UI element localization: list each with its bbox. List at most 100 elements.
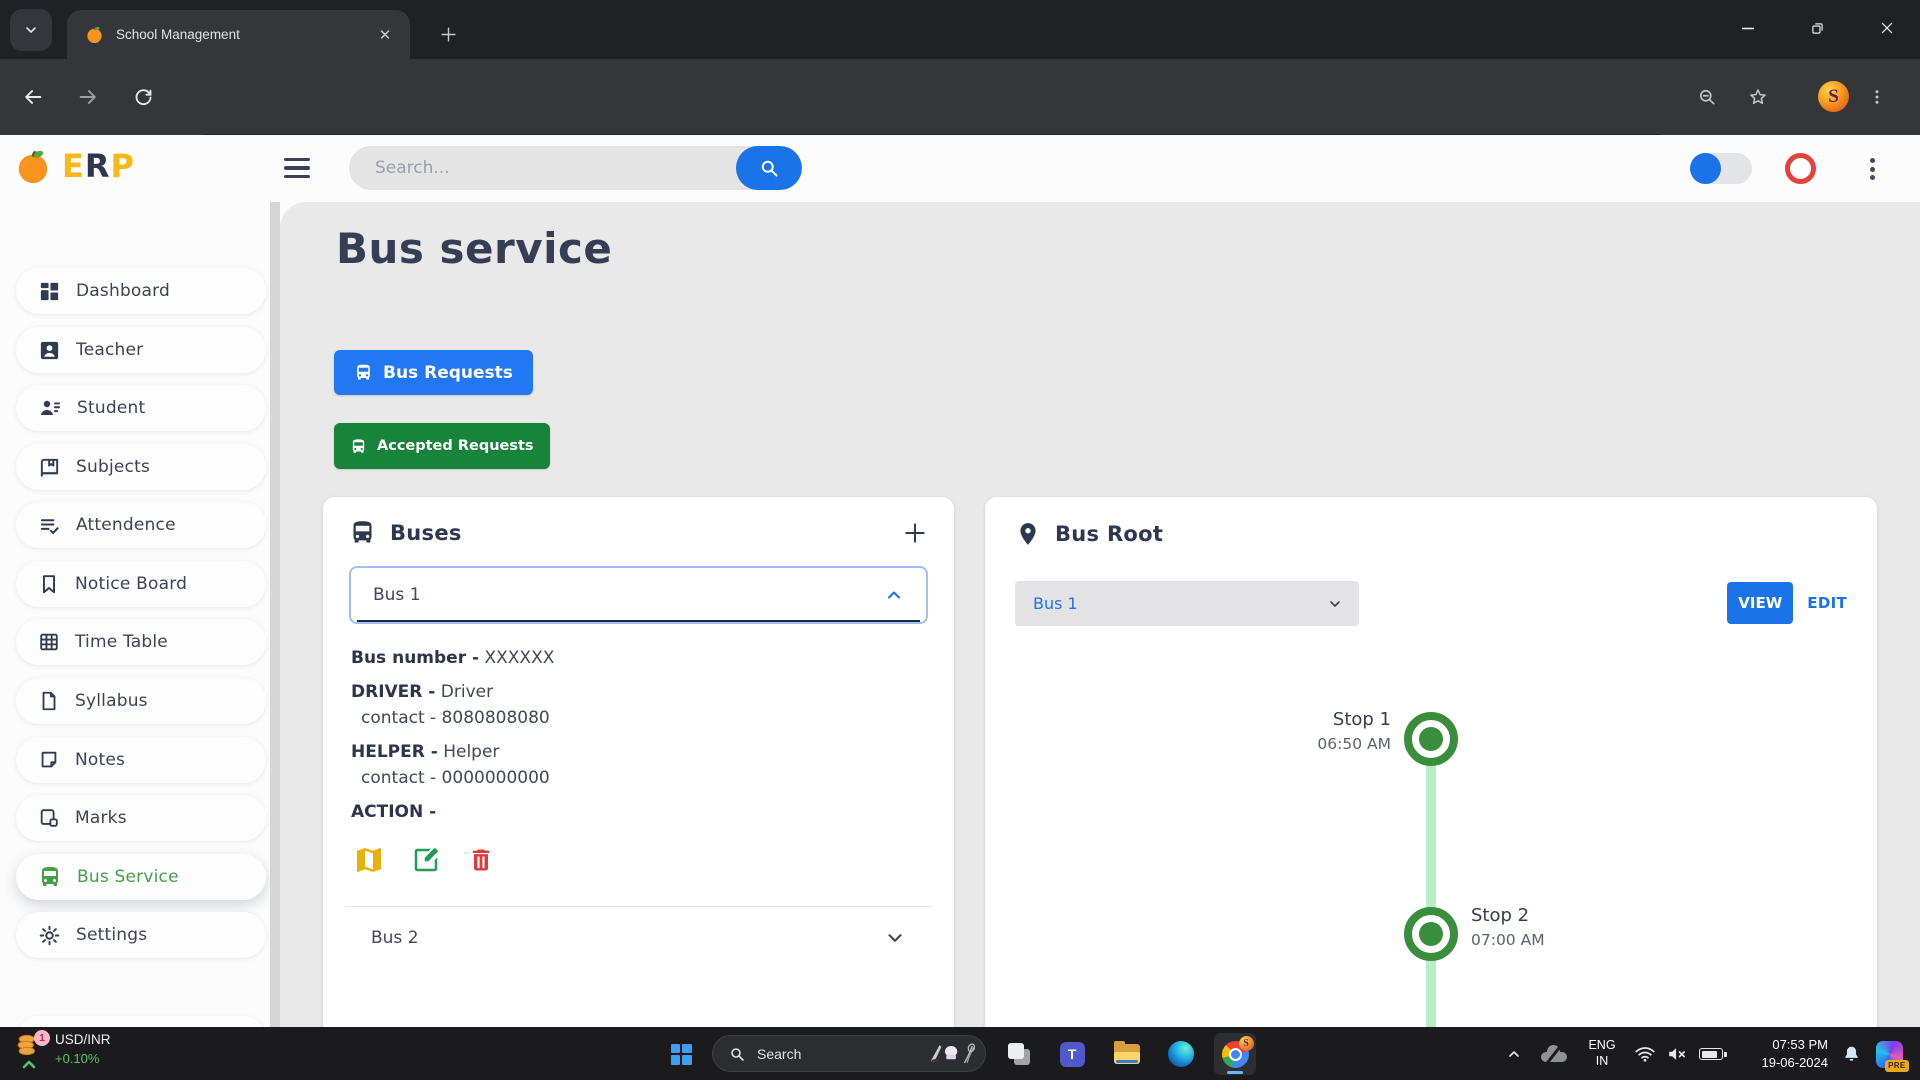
- bus-requests-button[interactable]: Bus Requests: [334, 350, 533, 395]
- bus-icon: [354, 363, 373, 382]
- sidebar-item-notice-board[interactable]: Notice Board: [16, 561, 266, 607]
- tab-search-button[interactable]: [10, 9, 52, 51]
- widget-pair: USD/INR: [55, 1032, 111, 1047]
- tangerine-logo-icon: [14, 147, 52, 185]
- bus2-accordion-header[interactable]: Bus 2: [349, 907, 928, 969]
- bookmark-button[interactable]: [1738, 77, 1778, 117]
- delete-icon[interactable]: [467, 846, 495, 874]
- tray-time: 07:53 PM: [1772, 1036, 1828, 1052]
- stop1-marker[interactable]: [1404, 712, 1458, 766]
- onedrive-button[interactable]: [1538, 1037, 1570, 1071]
- edit-link[interactable]: EDIT: [1807, 594, 1847, 612]
- document-icon: [38, 690, 60, 712]
- search-submit-button[interactable]: [736, 146, 802, 190]
- zoom-indicator-button[interactable]: [1687, 77, 1727, 117]
- widget-texts: USD/INR +0.10%: [55, 1032, 111, 1066]
- reload-button[interactable]: [123, 77, 163, 117]
- chrome-button-active[interactable]: S: [1214, 1033, 1256, 1075]
- sidebar-nav: Dashboard Teacher Student Subjects Atten…: [0, 202, 280, 1027]
- accepted-requests-button[interactable]: Accepted Requests: [334, 423, 550, 469]
- sidebar-item-subjects[interactable]: Subjects: [16, 444, 266, 490]
- chevron-up-icon: [1506, 1046, 1522, 1062]
- chrome-icon: S: [1221, 1035, 1254, 1068]
- back-button[interactable]: [13, 77, 53, 117]
- theme-toggle[interactable]: [1690, 153, 1752, 184]
- sidebar-item-notes[interactable]: Notes: [16, 737, 266, 783]
- sidebar-toggle-button[interactable]: [284, 155, 314, 181]
- sidebar-item-student[interactable]: Student: [16, 385, 266, 431]
- bus-root-card: Bus Root Bus 1 VIEW EDIT Stop 1 06:50 AM: [985, 497, 1877, 1027]
- stop2-label: Stop 2 07:00 AM: [1471, 905, 1545, 949]
- sidebar-item-settings[interactable]: Settings: [16, 912, 266, 958]
- zoom-out-icon: [1697, 87, 1717, 107]
- browser-tab[interactable]: School Management ✕: [67, 10, 410, 59]
- app-logo[interactable]: ERP: [14, 147, 135, 185]
- volume-button[interactable]: [1662, 1037, 1692, 1071]
- route-timeline-line: [1426, 739, 1436, 1027]
- file-explorer-button[interactable]: [1106, 1033, 1148, 1075]
- copilot-button[interactable]: PRE: [1872, 1037, 1909, 1072]
- stop1-label: Stop 1 06:50 AM: [1317, 709, 1391, 753]
- search-highlight-image: [929, 1043, 975, 1065]
- chevron-down-icon: [1327, 596, 1343, 612]
- stop2-marker[interactable]: [1404, 907, 1458, 961]
- bus-icon: [38, 865, 62, 889]
- tray-hidden-icons-button[interactable]: [1500, 1037, 1528, 1071]
- header-menu-button[interactable]: [1862, 154, 1882, 184]
- chrome-profile-badge: S: [1238, 1035, 1254, 1051]
- view-button[interactable]: VIEW: [1727, 582, 1794, 624]
- sidebar-item-teacher[interactable]: Teacher: [16, 327, 266, 373]
- minimize-icon: [1742, 27, 1754, 30]
- page-title: Bus service: [336, 224, 613, 273]
- battery-button[interactable]: [1694, 1037, 1728, 1071]
- new-tab-button[interactable]: [432, 18, 464, 50]
- map-route-icon[interactable]: [353, 844, 385, 876]
- start-button[interactable]: [660, 1033, 702, 1075]
- record-status-icon[interactable]: [1785, 153, 1816, 184]
- buses-card-title: Buses: [390, 520, 462, 545]
- taskbar-search-label: Search: [757, 1045, 802, 1062]
- tab-close-icon[interactable]: ✕: [374, 24, 396, 46]
- sidebar-item-bus-service[interactable]: Bus Service: [16, 854, 266, 900]
- teams-button[interactable]: T: [1051, 1033, 1093, 1075]
- speaker-muted-icon: [1666, 1043, 1688, 1065]
- sidebar-scrollbar[interactable]: [270, 202, 280, 1027]
- notifications-button[interactable]: [1836, 1037, 1866, 1071]
- bus-select-dropdown[interactable]: Bus 1: [1015, 581, 1359, 626]
- taskbar-widget[interactable]: 1 USD/INR +0.10%: [16, 1030, 111, 1069]
- student-list-icon: [38, 396, 62, 420]
- sidebar-item-syllabus[interactable]: Syllabus: [16, 678, 266, 724]
- app-header: ERP: [0, 135, 1920, 202]
- clock-tray[interactable]: 07:53 PM 19-06-2024: [1736, 1036, 1829, 1071]
- chevron-down-icon: [23, 22, 39, 38]
- window-minimize-button[interactable]: [1720, 8, 1776, 48]
- wifi-button[interactable]: [1630, 1037, 1660, 1071]
- restore-icon: [1811, 22, 1823, 34]
- add-bus-icon[interactable]: [902, 520, 928, 546]
- browser-profile-avatar[interactable]: S: [1818, 81, 1849, 112]
- language-indicator[interactable]: ENG IN: [1582, 1037, 1622, 1071]
- sidebar-item-attendance[interactable]: Attendence: [16, 502, 266, 548]
- window-restore-button[interactable]: [1789, 8, 1845, 48]
- tray-date: 19-06-2024: [1761, 1055, 1829, 1070]
- edge-button[interactable]: [1160, 1033, 1202, 1075]
- sidebar-item-time-table[interactable]: Time Table: [16, 619, 266, 665]
- main-content: Bus service Bus Requests Accepted Reques…: [280, 202, 1920, 1027]
- windows-taskbar: 1 USD/INR +0.10% Search T S ENG IN 07:53…: [0, 1027, 1920, 1080]
- taskbar-search[interactable]: Search: [712, 1035, 986, 1072]
- forward-button[interactable]: [68, 77, 108, 117]
- task-view-button[interactable]: [998, 1033, 1040, 1075]
- clipboard-icon: [38, 807, 60, 829]
- sidebar-item-dashboard[interactable]: Dashboard: [16, 268, 266, 314]
- sidebar-item-partial[interactable]: [16, 1016, 266, 1027]
- window-close-button[interactable]: [1859, 8, 1915, 48]
- bus1-actions: [353, 844, 926, 876]
- sidebar-item-marks[interactable]: Marks: [16, 795, 266, 841]
- edit-icon[interactable]: [411, 845, 441, 875]
- battery-icon: [1699, 1048, 1727, 1060]
- browser-tab-strip: School Management ✕: [0, 0, 1920, 59]
- buses-card: Buses Bus 1 Bus number - XXXXXX DRIVER -…: [323, 497, 954, 1027]
- browser-menu-button[interactable]: [1857, 77, 1897, 117]
- bus1-accordion-header[interactable]: Bus 1: [349, 566, 928, 624]
- search-input[interactable]: [349, 146, 729, 190]
